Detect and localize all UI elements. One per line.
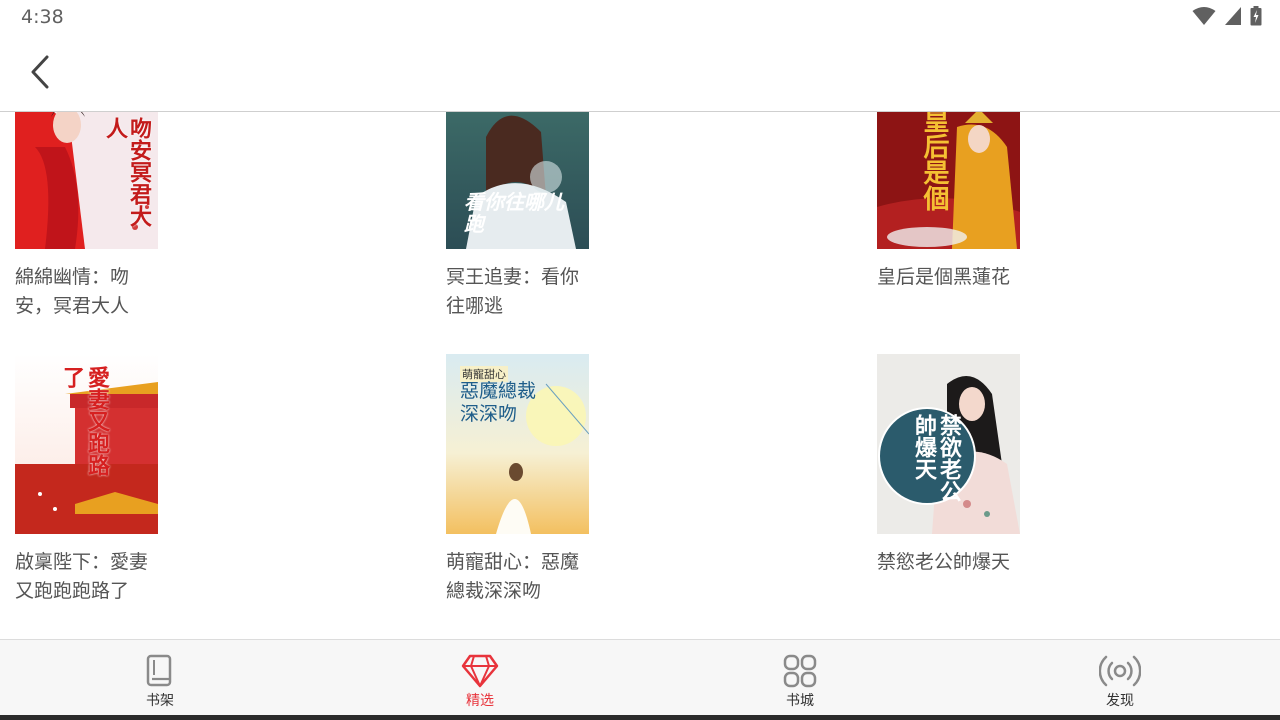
cover-title: 禁欲老公帥爆天 bbox=[911, 414, 962, 502]
book-icon bbox=[138, 653, 182, 689]
tab-label: 发现 bbox=[1106, 693, 1134, 709]
cover-title: 吻安冥君大人 bbox=[102, 117, 152, 227]
diamond-icon bbox=[458, 653, 502, 689]
book-title: 皇后是個黑蓮花 bbox=[877, 266, 1011, 288]
system-navigation-bar bbox=[0, 715, 1280, 720]
status-bar: 4:38 bbox=[0, 0, 1280, 36]
tab-bookshelf[interactable]: 书架 bbox=[80, 640, 240, 716]
book-cover[interactable]: 愛妻又跑路了 bbox=[15, 354, 158, 534]
book-title: 禁慾老公帥爆天 bbox=[877, 551, 1011, 573]
back-button[interactable] bbox=[22, 55, 58, 93]
broadcast-icon bbox=[1098, 653, 1142, 689]
book-card[interactable]: 萌寵甜心 惡魔總裁深深吻 萌寵甜心：惡魔總裁深深吻 bbox=[446, 354, 746, 606]
tab-label: 书架 bbox=[146, 693, 174, 709]
book-card[interactable]: 愛妻又跑路了 啟稟陛下：愛妻又跑跑跑路了 bbox=[15, 354, 315, 606]
book-title: 冥王追妻：看你往哪逃 bbox=[446, 266, 580, 317]
back-arrow-icon bbox=[30, 55, 50, 93]
top-app-bar bbox=[0, 36, 1280, 112]
book-cover[interactable]: 皇后是個 bbox=[877, 112, 1020, 249]
tab-label: 精选 bbox=[466, 693, 494, 709]
tab-discover[interactable]: 发现 bbox=[1040, 640, 1200, 716]
book-cover[interactable]: 萌寵甜心 惡魔總裁深深吻 bbox=[446, 354, 589, 534]
status-icons bbox=[1192, 6, 1262, 30]
cover-title: 看你往哪儿跑 bbox=[464, 190, 564, 236]
bottom-tab-bar: 书架 精选 书城 发现 bbox=[0, 639, 1280, 716]
tab-bookstore[interactable]: 书城 bbox=[720, 640, 880, 716]
status-time: 4:38 bbox=[21, 6, 64, 28]
book-cover[interactable]: 吻安冥君大人 bbox=[15, 112, 158, 249]
cover-title: 惡魔總裁深深吻 bbox=[460, 380, 537, 425]
book-card[interactable]: 看你往哪儿跑 冥王追妻：看你往哪逃 bbox=[446, 112, 746, 321]
cellular-signal-icon bbox=[1224, 6, 1242, 30]
cover-title: 愛妻又跑路了 bbox=[59, 366, 110, 476]
wifi-icon bbox=[1192, 6, 1216, 30]
tab-label: 书城 bbox=[786, 693, 814, 709]
book-grid: 吻安冥君大人 綿綿幽情：吻安，冥君大人 看你往哪儿跑 冥王追妻：看你往哪逃 皇后… bbox=[0, 112, 1280, 639]
battery-icon bbox=[1250, 6, 1262, 30]
book-card[interactable]: 皇后是個 皇后是個黑蓮花 bbox=[877, 112, 1177, 292]
grid-icon bbox=[778, 653, 822, 689]
book-title: 萌寵甜心：惡魔總裁深深吻 bbox=[446, 551, 580, 602]
cover-title: 皇后是個 bbox=[919, 112, 949, 211]
book-card[interactable]: 吻安冥君大人 綿綿幽情：吻安，冥君大人 bbox=[15, 112, 315, 321]
book-card[interactable]: 禁欲老公帥爆天 禁慾老公帥爆天 bbox=[877, 354, 1177, 577]
book-cover[interactable]: 看你往哪儿跑 bbox=[446, 112, 589, 249]
book-title: 綿綿幽情：吻安，冥君大人 bbox=[15, 266, 130, 317]
book-title: 啟稟陛下：愛妻又跑跑跑路了 bbox=[15, 551, 149, 602]
book-cover[interactable]: 禁欲老公帥爆天 bbox=[877, 354, 1020, 534]
tab-featured[interactable]: 精选 bbox=[400, 640, 560, 716]
